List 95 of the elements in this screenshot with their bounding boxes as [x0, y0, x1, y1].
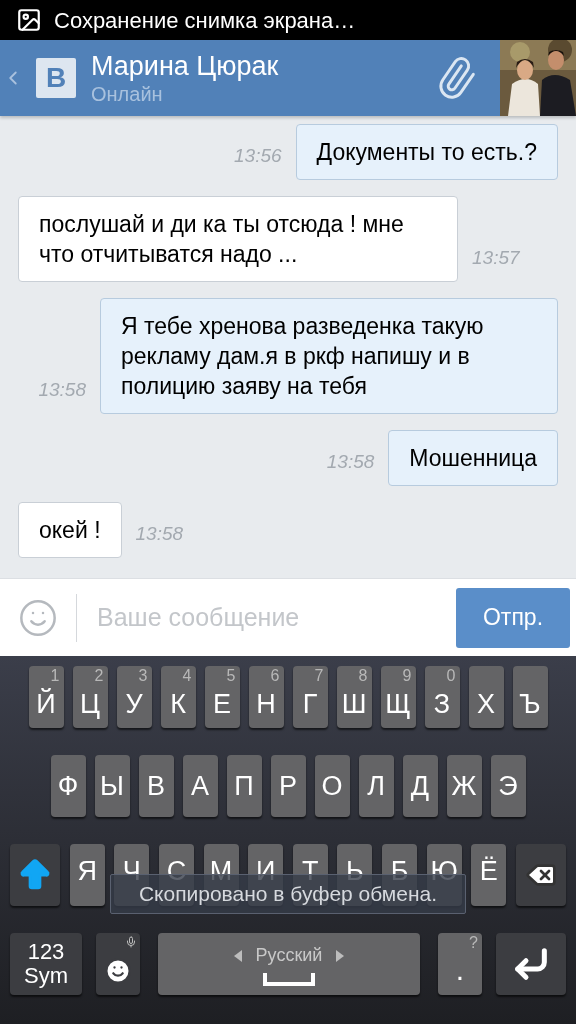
- keyboard-key[interactable]: 1 Й: [28, 666, 64, 728]
- notification-text: Сохранение снимка экрана…: [54, 6, 356, 35]
- backspace-key[interactable]: [515, 844, 566, 906]
- key-label: Е: [213, 687, 231, 721]
- key-label: Ф: [57, 769, 79, 803]
- emoji-key[interactable]: [96, 933, 140, 995]
- key-label: Ы: [100, 769, 124, 803]
- keyboard-key[interactable]: Ё: [471, 844, 507, 906]
- keyboard-key[interactable]: Ы: [94, 755, 130, 817]
- key-label: В: [147, 769, 165, 803]
- key-hint: 3: [138, 668, 148, 684]
- key-label: Щ: [385, 687, 411, 721]
- key-label: Г: [302, 687, 318, 721]
- keyboard-key[interactable]: Л: [358, 755, 394, 817]
- key-label: У: [125, 687, 143, 721]
- keyboard-key[interactable]: В: [138, 755, 174, 817]
- keyboard-key[interactable]: 9 Щ: [380, 666, 416, 728]
- period-key[interactable]: ? .: [438, 933, 482, 995]
- keyboard-key[interactable]: Ъ: [512, 666, 548, 728]
- language-label: Русский: [255, 944, 323, 967]
- shift-key[interactable]: [10, 844, 60, 906]
- key-hint: 1: [50, 668, 60, 684]
- message-time: 13:58: [326, 449, 375, 474]
- contact-name: Марина Цюрак: [91, 50, 280, 82]
- key-label: О: [321, 769, 343, 803]
- message-bubble: окей !: [18, 502, 122, 558]
- keyboard-key[interactable]: А: [182, 755, 218, 817]
- key-label: 123 Sym: [24, 940, 68, 988]
- space-key[interactable]: Русский: [158, 933, 420, 995]
- key-label: Х: [477, 687, 495, 721]
- message-time: 13:58: [135, 521, 184, 546]
- key-label: .: [455, 951, 465, 988]
- key-label: Э: [498, 769, 518, 803]
- key-label: Й: [36, 687, 56, 721]
- key-label: Л: [367, 769, 385, 803]
- key-label: Я: [77, 854, 97, 888]
- message-field[interactable]: Ваше сообщение: [97, 598, 456, 637]
- keyboard-key[interactable]: О: [314, 755, 350, 817]
- key-hint: 7: [314, 668, 324, 684]
- key-label: А: [191, 769, 209, 803]
- keyboard-key[interactable]: Ф: [50, 755, 86, 817]
- message-time: 13:57: [472, 245, 520, 270]
- space-icon: [263, 973, 315, 986]
- symbols-key[interactable]: 123 Sym: [10, 933, 82, 995]
- key-label: Ш: [341, 687, 367, 721]
- key-label: Ж: [451, 769, 477, 803]
- keyboard-key[interactable]: 3 У: [116, 666, 152, 728]
- key-hint: 4: [182, 668, 192, 684]
- key-hint: 0: [446, 668, 456, 684]
- message-time: 13:58: [38, 377, 86, 402]
- key-label: Д: [410, 769, 430, 803]
- keyboard-key[interactable]: 4 К: [160, 666, 196, 728]
- app-logo[interactable]: B: [36, 58, 76, 98]
- keyboard-key[interactable]: Д: [402, 755, 438, 817]
- key-hint: 5: [226, 668, 236, 684]
- composer-bar[interactable]: Ваше сообщение Отпр.: [0, 578, 576, 656]
- image-icon: [16, 7, 42, 33]
- keyboard-key[interactable]: П: [226, 755, 262, 817]
- message-bubble: Мошенница: [388, 430, 558, 486]
- keyboard-key[interactable]: Х: [468, 666, 504, 728]
- right-arrow-icon: [336, 949, 345, 962]
- key-hint: ?: [469, 935, 478, 951]
- enter-key[interactable]: [496, 933, 566, 995]
- key-hint: 8: [358, 668, 368, 684]
- key-label: Ц: [80, 687, 100, 721]
- message-bubble: послушай и ди ка ты отсюда ! мне что отчитыватся надо ...: [18, 196, 458, 282]
- key-label: Р: [279, 769, 297, 803]
- key-label: Ё: [479, 854, 498, 888]
- keyboard-key[interactable]: 6 Н: [248, 666, 284, 728]
- message-time: 13:56: [234, 143, 282, 168]
- smiley-icon: [104, 957, 132, 985]
- keyboard-key[interactable]: Э: [490, 755, 526, 817]
- key-label: Н: [256, 687, 276, 721]
- key-label: З: [433, 687, 451, 721]
- keyboard-key[interactable]: Ж: [446, 755, 482, 817]
- keyboard-key[interactable]: 0 З: [424, 666, 460, 728]
- key-label: П: [234, 769, 254, 803]
- send-button[interactable]: Отпр.: [456, 587, 570, 648]
- keyboard-key[interactable]: 2 Ц: [72, 666, 108, 728]
- left-arrow-icon: [233, 949, 242, 962]
- message-bubble: Документы то есть.?: [295, 124, 558, 180]
- key-label: К: [170, 687, 186, 721]
- key-hint: 2: [94, 668, 104, 684]
- keyboard-key[interactable]: Р: [270, 755, 306, 817]
- copied-toast: Скопировано в буфер обмена.: [110, 874, 466, 914]
- key-hint: 9: [402, 668, 412, 684]
- keyboard-key[interactable]: 5 Е: [204, 666, 240, 728]
- contact-status: Онлайн: [91, 82, 164, 106]
- keyboard-key[interactable]: 8 Ш: [336, 666, 372, 728]
- microphone-icon: [125, 936, 137, 948]
- keyboard-key[interactable]: 7 Г: [292, 666, 328, 728]
- keyboard-key[interactable]: Я: [69, 844, 105, 906]
- key-label: Ъ: [519, 687, 541, 721]
- message-bubble: Я тебе хренова разведенка такую рекламу дам.я в ркф напишу и в полицию заяву на тебя: [100, 298, 558, 414]
- key-hint: 6: [270, 668, 280, 684]
